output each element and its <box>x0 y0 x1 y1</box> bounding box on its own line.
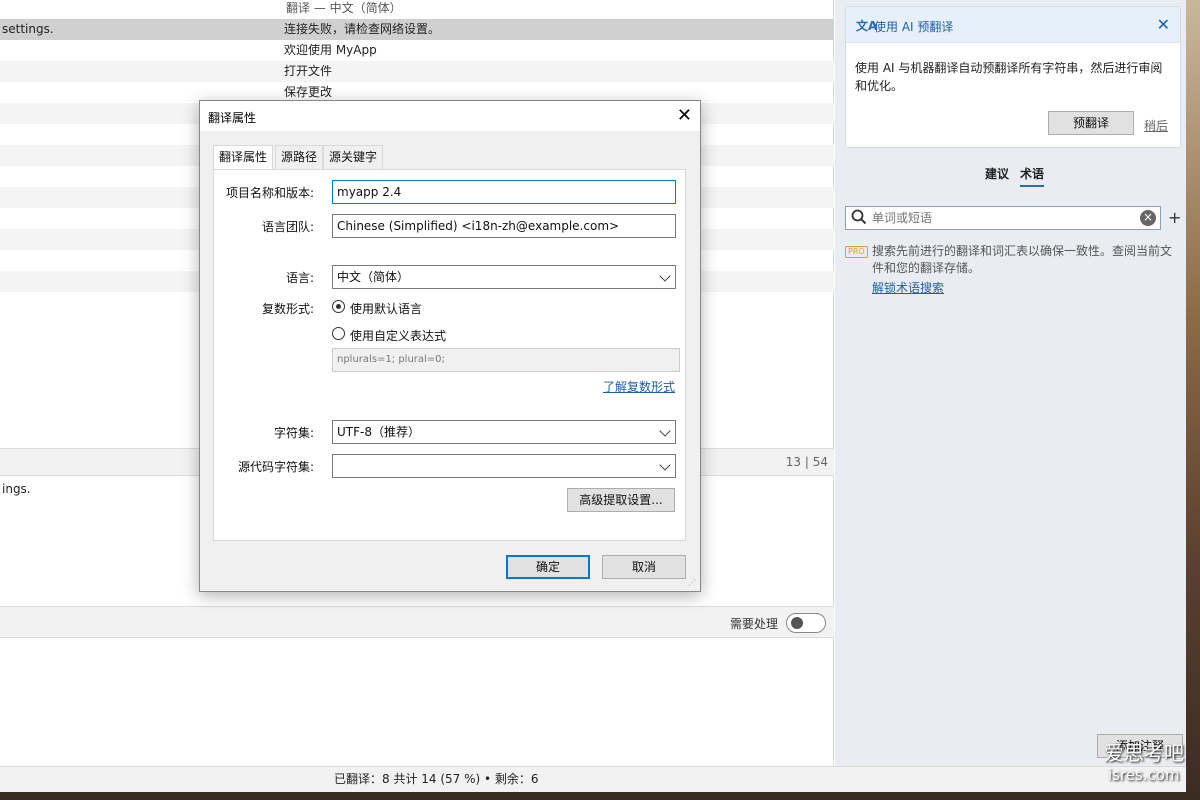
tab-source-paths[interactable]: 源路径 <box>275 145 324 169</box>
table-row[interactable]: 欢迎使用 MyApp <box>0 40 834 61</box>
cancel-button[interactable]: 取消 <box>602 555 686 579</box>
row-source: settings. <box>2 22 54 36</box>
watermark-title: 爱思考吧 <box>1104 741 1184 765</box>
charset-label: 字符集: <box>273 426 314 440</box>
charset-value: UTF-8（推荐） <box>337 425 420 439</box>
search-icon <box>851 209 867 225</box>
plural-label: 复数形式: <box>261 302 314 316</box>
language-label: 语言: <box>285 271 314 285</box>
project-label: 项目名称和版本: <box>225 186 314 200</box>
plural-custom-radio[interactable] <box>332 327 345 340</box>
source-charset-label: 源代码字符集: <box>237 460 314 474</box>
needs-work-toggle[interactable] <box>786 613 826 633</box>
row-translation: 打开文件 <box>284 64 333 78</box>
plural-default-radio[interactable] <box>332 300 345 313</box>
translation-editor[interactable] <box>0 638 834 766</box>
language-team-input[interactable]: Chinese (Simplified) <i18n-zh@example.co… <box>332 214 676 238</box>
learn-plural-forms-link[interactable]: 了解复数形式 <box>603 378 675 395</box>
tab-translation-properties[interactable]: 翻译属性 <box>213 145 274 170</box>
dialog-titlebar: 翻译属性 ✕ <box>200 101 700 131</box>
translation-header-bar: 需要处理 <box>0 606 834 638</box>
language-select[interactable]: 中文（简体） <box>332 265 676 289</box>
watermark: 爱思考吧 isres.com <box>1104 742 1184 786</box>
team-label: 语言团队: <box>261 220 314 234</box>
watermark-url: isres.com <box>1108 766 1180 784</box>
unlock-term-search-link[interactable]: 解锁术语搜索 <box>872 279 944 296</box>
dialog-title: 翻译属性 <box>208 111 257 125</box>
resize-grip-icon[interactable]: ⋰ <box>688 579 698 589</box>
row-translation: 欢迎使用 MyApp <box>284 43 377 57</box>
later-link[interactable]: 稍后 <box>1144 117 1168 134</box>
project-name-input[interactable]: myapp 2.4 <box>332 180 676 204</box>
needs-work-label: 需要处理 <box>729 617 778 631</box>
pro-badge: PRO <box>845 246 868 258</box>
chevron-down-icon <box>659 459 671 471</box>
charset-select[interactable]: UTF-8（推荐） <box>332 420 676 444</box>
tab-suggestions[interactable]: 建议 <box>985 165 1009 182</box>
close-icon[interactable]: ✕ <box>1157 15 1170 34</box>
ai-card-header: 文A 使用 AI 预翻译 ✕ <box>846 7 1180 43</box>
pretranslate-button[interactable]: 预翻译 <box>1048 111 1134 135</box>
plural-default-label[interactable]: 使用默认语言 <box>350 300 422 317</box>
translation-progress-text: 已翻译：8 共计 14 (57 %) • 剩余：6 <box>334 772 539 786</box>
term-search-box: × <box>845 206 1161 230</box>
source-charset-select[interactable] <box>332 454 676 478</box>
chevron-down-icon <box>659 270 671 282</box>
table-row[interactable]: 打开文件 <box>0 61 834 82</box>
ai-card-title: 使用 AI 预翻译 <box>874 20 954 34</box>
plural-custom-label[interactable]: 使用自定义表达式 <box>350 327 446 344</box>
side-panel: 文A 使用 AI 预翻译 ✕ 使用 AI 与机器翻译自动预翻译所有字符串，然后进… <box>835 0 1186 766</box>
ai-card-description: 使用 AI 与机器翻译自动预翻译所有字符串，然后进行审阅和优化。 <box>855 61 1163 93</box>
close-icon[interactable]: ✕ <box>677 105 692 126</box>
term-search-input[interactable] <box>872 207 1134 229</box>
table-row[interactable]: settings. 连接失败，请检查网络设置。 <box>0 19 834 40</box>
row-translation: 连接失败，请检查网络设置。 <box>284 22 441 36</box>
language-value: 中文（简体） <box>337 270 410 284</box>
advanced-extraction-button[interactable]: 高级提取设置... <box>567 488 675 512</box>
ai-pretranslate-card: 文A 使用 AI 预翻译 ✕ 使用 AI 与机器翻译自动预翻译所有字符串，然后进… <box>845 6 1181 148</box>
source-text: ings. <box>2 482 31 496</box>
tab-terminology[interactable]: 术语 <box>1020 165 1045 187</box>
toggle-knob <box>791 617 803 629</box>
pro-description: 搜索先前进行的翻译和词汇表以确保一致性。查阅当前文件和您的翻译存储。 <box>872 244 1173 275</box>
chevron-down-icon <box>659 425 671 437</box>
plural-expression-input: nplurals=1; plural=0; <box>332 348 680 372</box>
status-bar: 已翻译：8 共计 14 (57 %) • 剩余：6 <box>0 766 1186 792</box>
char-counter: 13 | 54 <box>785 455 828 469</box>
list-header-translation: 翻译 — 中文（简体） <box>286 1 402 15</box>
translation-properties-dialog: 翻译属性 ✕ 翻译属性 源路径 源关键字 项目名称和版本: myapp 2.4 … <box>199 100 701 592</box>
clear-icon[interactable]: × <box>1140 210 1156 226</box>
tab-panel: 项目名称和版本: myapp 2.4 语言团队: Chinese (Simpli… <box>213 169 686 541</box>
tab-source-keywords[interactable]: 源关键字 <box>323 145 384 169</box>
ok-button[interactable]: 确定 <box>506 555 590 579</box>
add-term-icon[interactable]: + <box>1168 208 1181 227</box>
